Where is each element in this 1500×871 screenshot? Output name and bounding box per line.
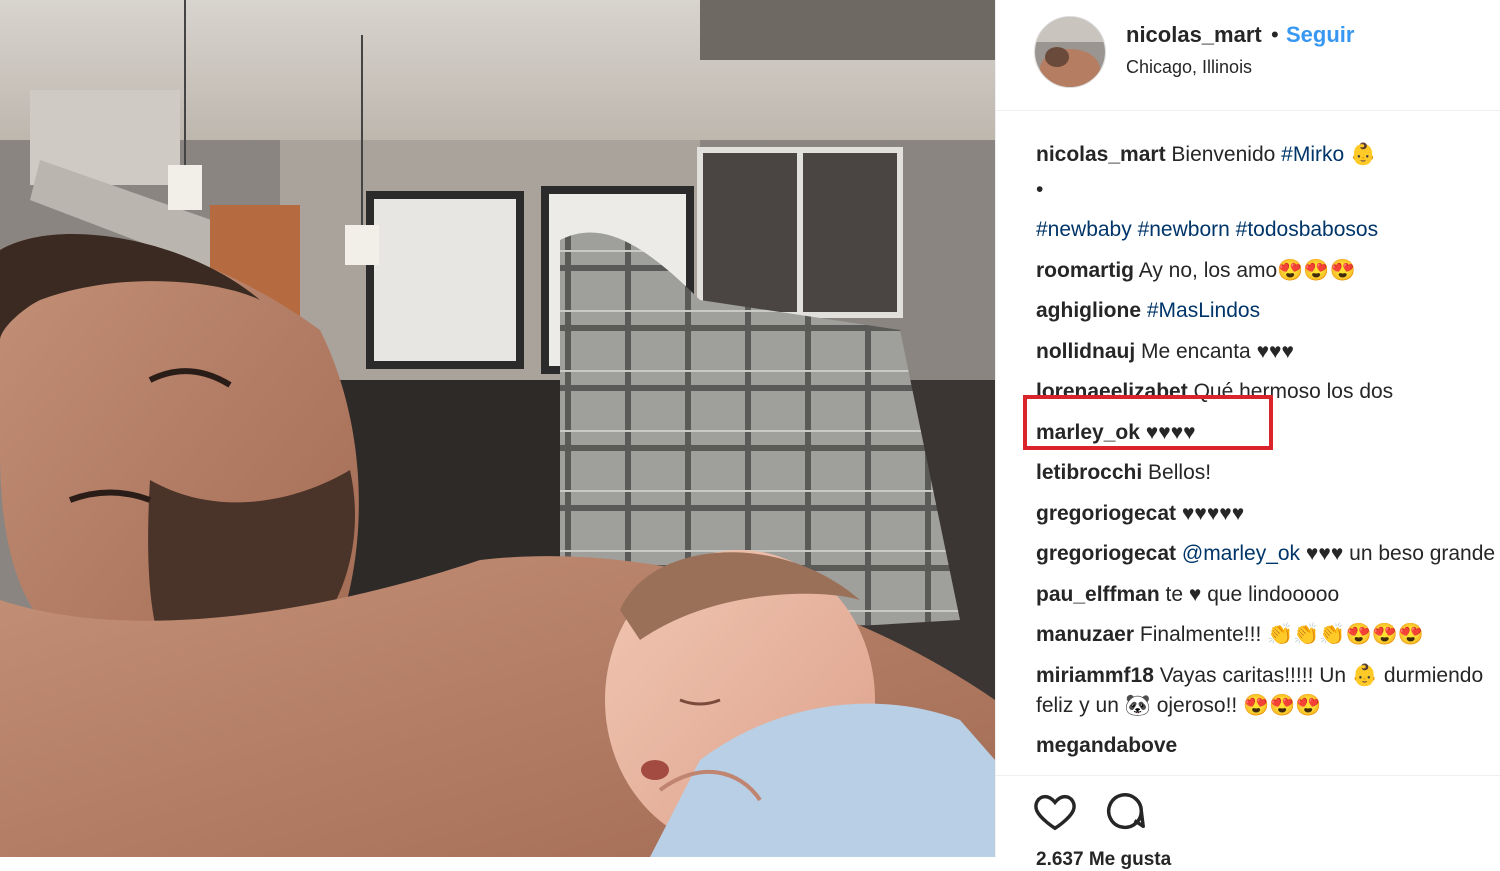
comment-username[interactable]: letibrocchi (1036, 461, 1142, 484)
follow-button[interactable]: Seguir (1286, 22, 1354, 48)
comment: gregoriogecat @marley_ok ♥♥♥ un beso gra… (1036, 539, 1496, 569)
comment-text: Bellos! (1148, 461, 1212, 484)
likes-count[interactable]: 2.637 Me gusta (1036, 849, 1171, 871)
comment-text: Bienvenido (1171, 143, 1282, 166)
comment: manuzaer Finalmente!!! 👏👏👏😍😍😍 (1036, 620, 1496, 650)
comment-text: • (1036, 177, 1044, 201)
comment: roomartig Ay no, los amo😍😍😍 (1036, 256, 1496, 286)
comment-username[interactable]: roomartig (1036, 259, 1134, 282)
comment-username[interactable]: miriammf18 (1036, 664, 1154, 687)
comment-bubble-icon[interactable] (1102, 788, 1148, 834)
comment-username[interactable]: pau_elffman (1036, 583, 1160, 606)
comment-text: te ♥ que lindooooo (1165, 582, 1340, 606)
hashtag-link[interactable]: #Mirko (1281, 143, 1344, 166)
comment: miriammf18 Vayas caritas!!!!! Un 👶 durmi… (1036, 661, 1496, 721)
hashtag-link[interactable]: #MasLindos (1147, 299, 1260, 322)
comment-text: Ay no, los amo😍😍😍 (1138, 258, 1356, 282)
comment: nollidnauj Me encanta ♥♥♥ (1036, 337, 1496, 367)
comment-username[interactable]: aghiglione (1036, 299, 1141, 322)
comment: aghiglione #MasLindos (1036, 296, 1496, 326)
post-location[interactable]: Chicago, Illinois (1126, 57, 1252, 78)
comment-text: Me encanta ♥♥♥ (1141, 339, 1294, 363)
highlight-box (1023, 395, 1273, 450)
post-header: nicolas_mart • Seguir Chicago, Illinois (996, 0, 1500, 111)
separator-dot: • (1271, 22, 1279, 47)
mention-link[interactable]: @marley_ok (1182, 542, 1300, 565)
comment: megandabove (1036, 731, 1496, 761)
comment-username[interactable]: gregoriogecat (1036, 502, 1176, 525)
comment-username[interactable]: nollidnauj (1036, 340, 1135, 363)
post-username[interactable]: nicolas_mart (1126, 22, 1262, 48)
comment-username[interactable]: gregoriogecat (1036, 542, 1176, 565)
comments-list[interactable]: nicolas_mart Bienvenido #Mirko 👶 • #newb… (1036, 140, 1496, 768)
comment-text: ♥♥♥♥♥ (1181, 501, 1245, 525)
caption-dot: • (1036, 175, 1496, 205)
comment-suffix: 👶 (1344, 143, 1377, 166)
comment-text: Finalmente!!! 👏👏👏😍😍😍 (1139, 623, 1424, 646)
hashtag-link[interactable]: #newbaby #newborn #todosbabosos (1036, 218, 1378, 241)
comment-username[interactable]: megandabove (1036, 734, 1177, 757)
comment: letibrocchi Bellos! (1036, 458, 1496, 488)
post-photo (0, 0, 995, 857)
comment-suffix: ♥♥♥ un beso grande (1300, 542, 1496, 565)
comment: pau_elffman te ♥ que lindooooo (1036, 580, 1496, 610)
post-actions: 2.637 Me gusta (996, 775, 1500, 870)
comment-username[interactable]: nicolas_mart (1036, 143, 1166, 166)
comment-caption: nicolas_mart Bienvenido #Mirko 👶 (1036, 140, 1496, 170)
comment-username[interactable]: manuzaer (1036, 623, 1134, 646)
avatar[interactable] (1034, 16, 1106, 88)
heart-icon[interactable] (1032, 788, 1078, 834)
comment: gregoriogecat ♥♥♥♥♥ (1036, 499, 1496, 529)
caption-hashtags: #newbaby #newborn #todosbabosos (1036, 215, 1496, 245)
